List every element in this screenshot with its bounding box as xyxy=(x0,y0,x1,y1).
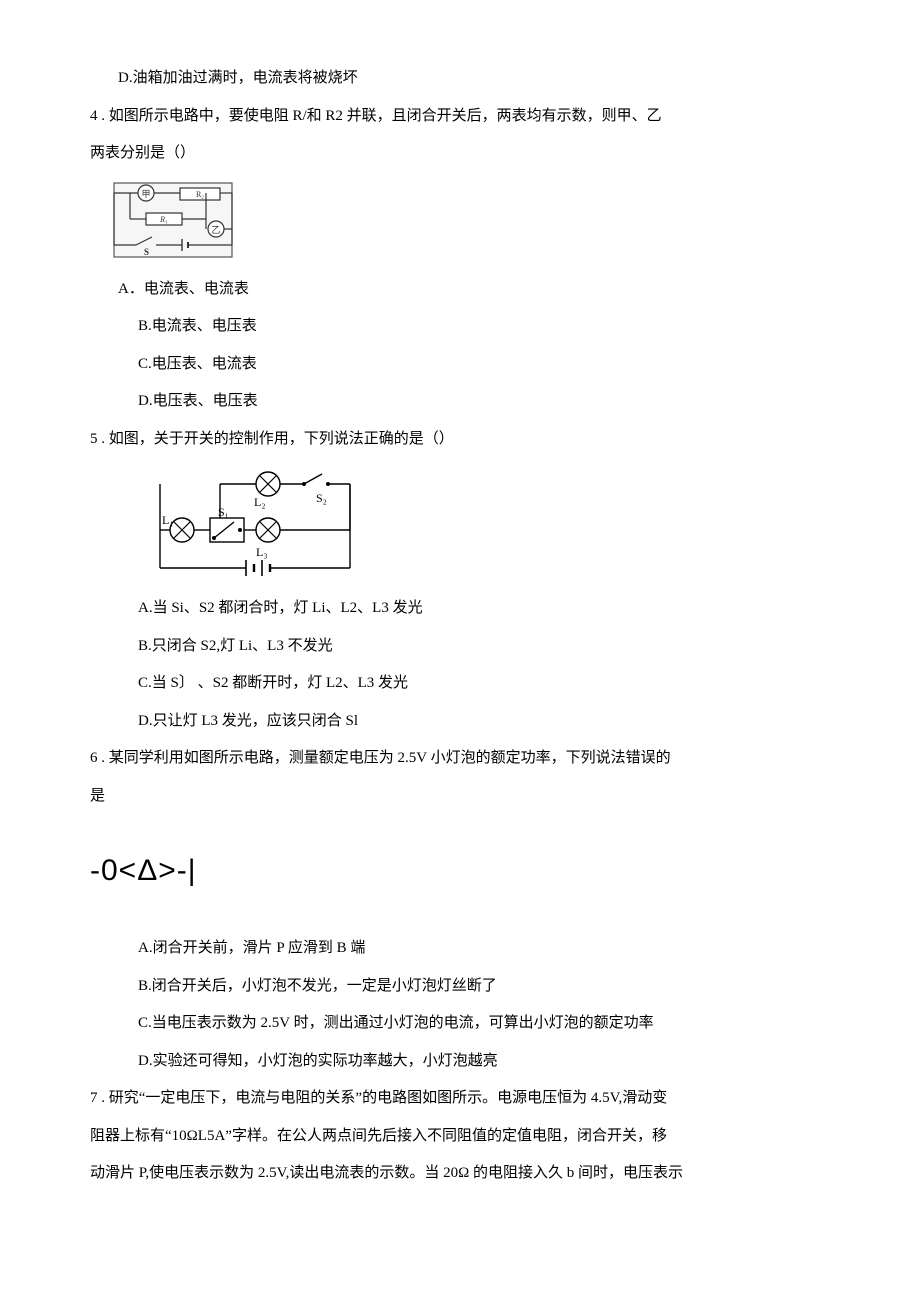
svg-text:S₂: S₂ xyxy=(316,491,327,505)
q6-option-b: B.闭合开关后，小灯泡不发光，一定是小灯泡灯丝断了 xyxy=(90,968,830,1006)
q6-stem-line1: 6 . 某同学利用如图所示电路，测量额定电压为 2.5V 小灯泡的额定功率，下列… xyxy=(90,740,830,778)
q7-stem-line2: 阻器上标有“10ΩL5A”字样。在公人两点间先后接入不同阻值的定值电阻，闭合开关… xyxy=(90,1118,830,1156)
svg-text:S₁: S₁ xyxy=(218,505,229,519)
svg-text:R₂: R₂ xyxy=(196,190,204,199)
q6-option-d: D.实验还可得知，小灯泡的实际功率越大，小灯泡越亮 xyxy=(90,1043,830,1081)
q4-option-b: B.电流表、电压表 xyxy=(90,308,830,346)
q6-stem-line2: 是 xyxy=(90,778,830,816)
q5-stem: 5 . 如图，关于开关的控制作用，下列说法正确的是（） xyxy=(90,421,830,459)
q7-stem-line3: 动滑片 P,使电压表示数为 2.5V,读出电流表的示数。当 20Ω 的电阻接入久… xyxy=(90,1155,830,1193)
q4-stem-line2: 两表分别是（） xyxy=(90,135,830,173)
q6-option-a: A.闭合开关前，滑片 P 应滑到 B 端 xyxy=(90,930,830,968)
svg-text:乙: 乙 xyxy=(211,225,220,235)
q6-option-c: C.当电压表示数为 2.5V 时，测出通过小灯泡的电流，可算出小灯泡的额定功率 xyxy=(90,1005,830,1043)
q5-option-a: A.当 Si、S2 都闭合时，灯 Li、L2、L3 发光 xyxy=(90,590,830,628)
q6-circuit-placeholder: -0<Δ>-| xyxy=(90,833,830,908)
q4-circuit-diagram: 甲 R₂ R₁ 乙 S xyxy=(110,179,830,265)
svg-text:L₁: L₁ xyxy=(162,513,174,527)
svg-text:S: S xyxy=(144,247,149,257)
svg-text:甲: 甲 xyxy=(141,189,150,199)
svg-text:L₃: L₃ xyxy=(256,545,268,559)
svg-text:L₂: L₂ xyxy=(254,495,266,509)
q3-option-d: D.油箱加油过满时，电流表将被烧坏 xyxy=(90,60,830,98)
q4-option-a: A．电流表、电流表 xyxy=(90,271,830,309)
q4-option-c: C.电压表、电流表 xyxy=(90,346,830,384)
q7-stem-line1: 7 . 研究“一定电压下，电流与电阻的关系”的电路图如图所示。电源电压恒为 4.… xyxy=(90,1080,830,1118)
q4-option-d: D.电压表、电压表 xyxy=(90,383,830,421)
q5-option-b: B.只闭合 S2,灯 Li、L3 不发光 xyxy=(90,628,830,666)
q4-stem-line1: 4 . 如图所示电路中，要使电阻 R/和 R2 并联，且闭合开关后，两表均有示数… xyxy=(90,98,830,136)
q5-option-d: D.只让灯 L3 发光，应该只闭合 Sl xyxy=(90,703,830,741)
q5-option-c: C.当 S〕 、S2 都断开时，灯 L2、L3 发光 xyxy=(90,665,830,703)
svg-text:R₁: R₁ xyxy=(159,215,168,224)
document-page: D.油箱加油过满时，电流表将被烧坏 4 . 如图所示电路中，要使电阻 R/和 R… xyxy=(0,0,920,1301)
q5-circuit-diagram: L₂ S₂ L₁ S₁ L₃ xyxy=(150,464,830,584)
